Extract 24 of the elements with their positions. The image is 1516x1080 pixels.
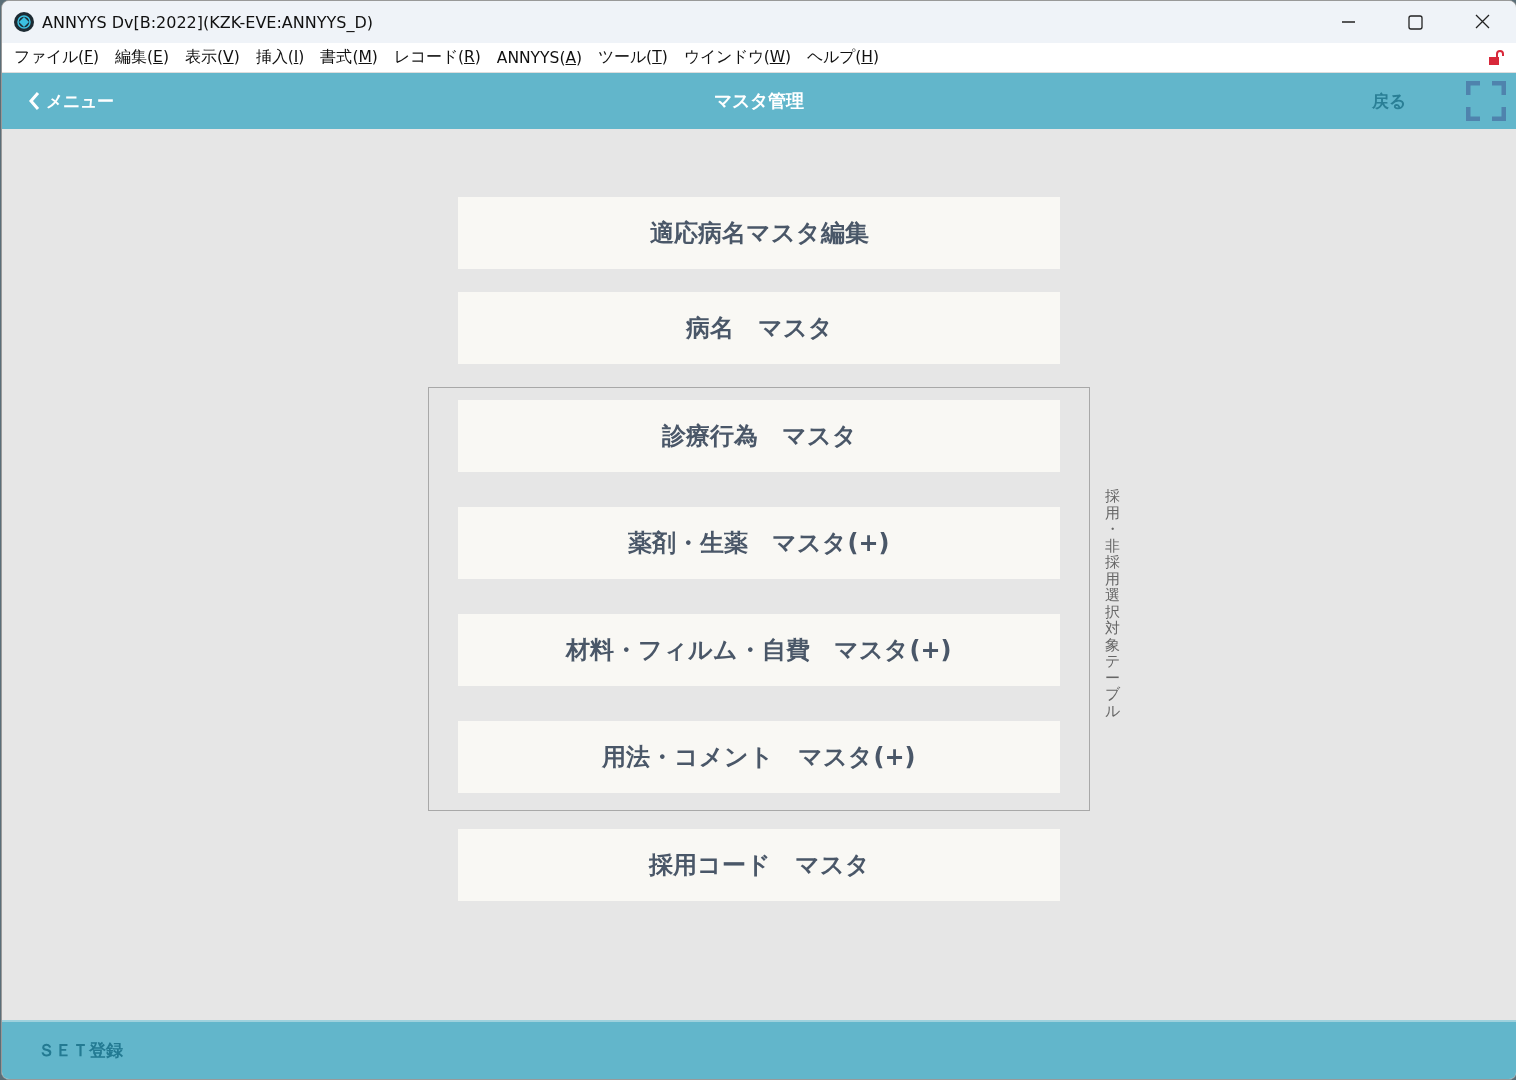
master-button[interactable]: 病名 マスタ (458, 292, 1060, 364)
menu-item[interactable]: 挿入(I) (247, 47, 313, 68)
menu-item[interactable]: 表示(V) (176, 47, 248, 68)
menu-item[interactable]: ツール(T) (590, 47, 676, 68)
master-button[interactable]: 材料・フィルム・自費 マスタ(+) (458, 614, 1060, 686)
menu-item[interactable]: 編集(E) (107, 47, 177, 68)
window-title: ANNYYS Dv[B:2022](KZK-EVE:ANNYYS_D) (42, 12, 374, 32)
unlocked-padlock-icon[interactable] (1488, 49, 1504, 66)
menu-item[interactable]: ファイル(F) (6, 47, 108, 68)
menu-item[interactable]: 書式(M) (312, 47, 386, 68)
master-button[interactable]: 用法・コメント マスタ(+) (458, 721, 1060, 793)
chevron-left-icon (28, 91, 40, 111)
master-button[interactable]: 薬剤・生薬 マスタ(+) (458, 507, 1060, 579)
group-label: 採用・非採用選択対象テーブル (1104, 488, 1121, 719)
menu-item[interactable]: ウインドウ(W) (675, 47, 800, 68)
master-button[interactable]: 診療行為 マスタ (458, 400, 1060, 472)
master-button[interactable]: 適応病名マスタ編集 (458, 197, 1060, 269)
app-logo-icon (14, 12, 34, 32)
page-title: マスタ管理 (714, 89, 804, 113)
master-button[interactable]: 採用コード マスタ (458, 829, 1060, 901)
fullscreen-icon[interactable] (1466, 81, 1506, 121)
menu-item[interactable]: ANNYYS(A) (488, 48, 591, 67)
menu-item[interactable]: ヘルプ(H) (799, 47, 887, 68)
menu-item[interactable]: レコード(R) (385, 47, 489, 68)
